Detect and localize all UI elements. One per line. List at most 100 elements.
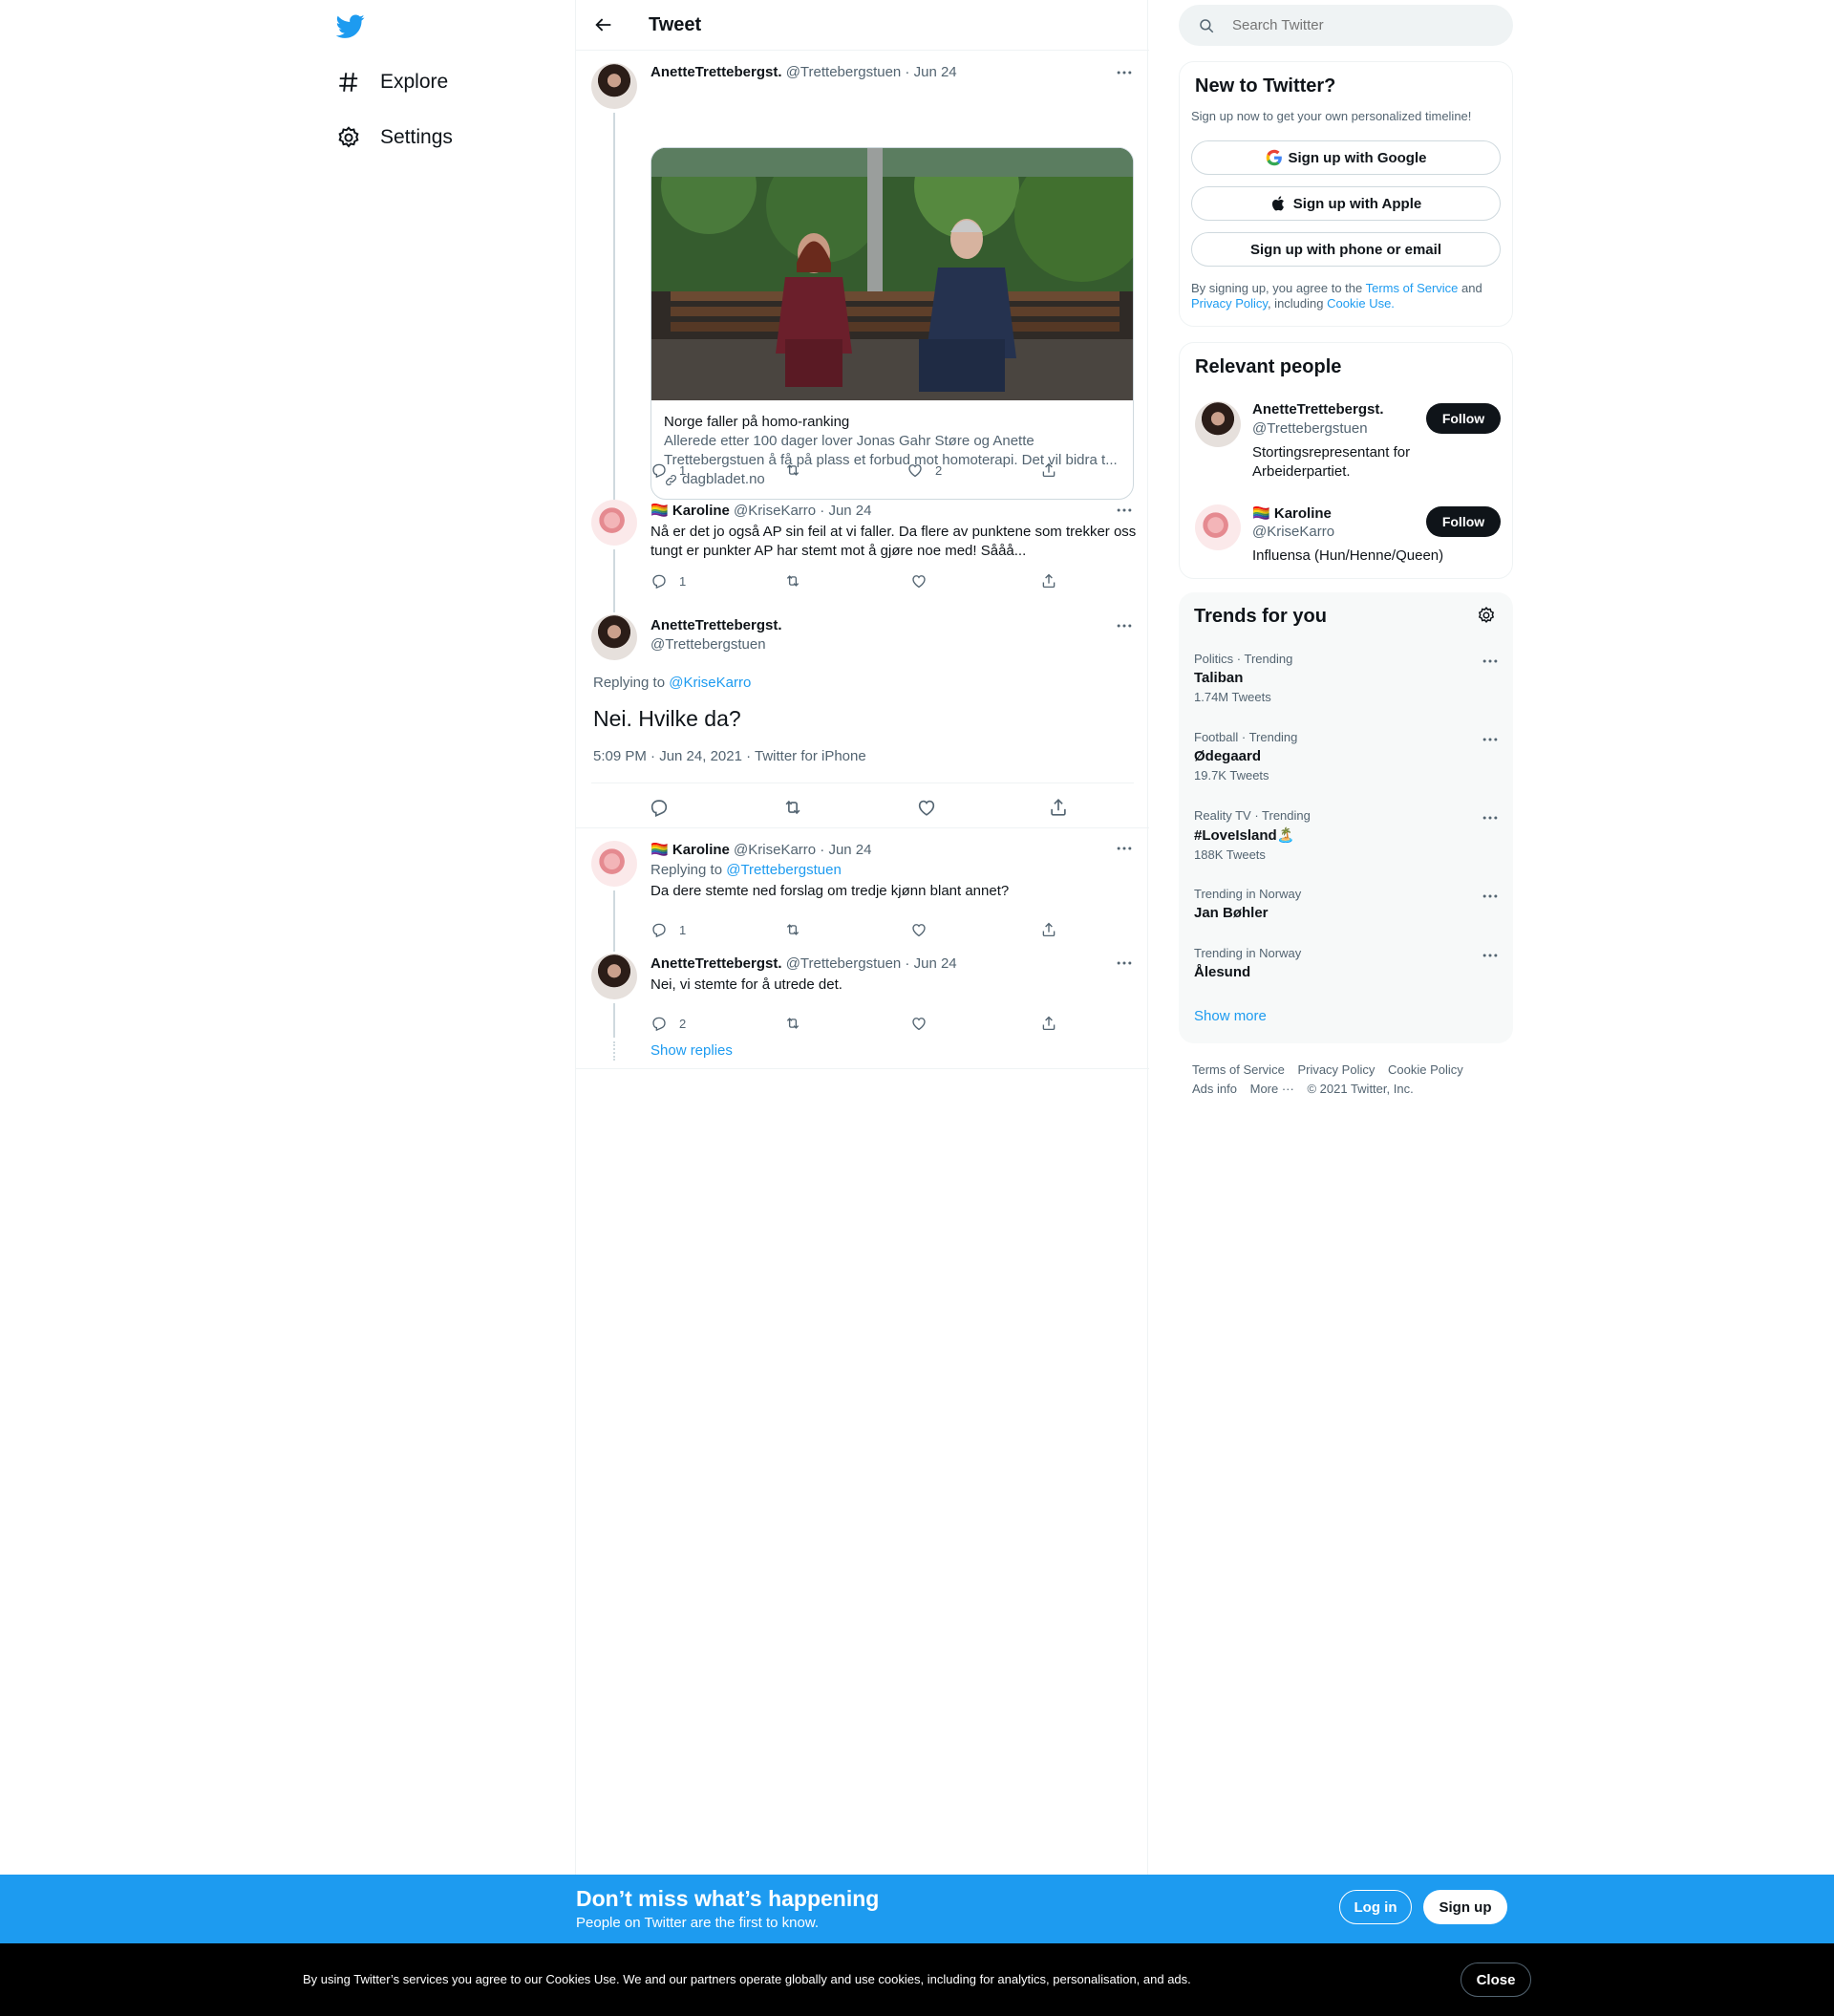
person-handle[interactable]: @KriseKarro [1252,524,1334,540]
person-card[interactable]: AnetteTrettebergst. @Trettebergstuen Sto… [1195,401,1501,487]
share-icon [1040,921,1069,938]
author-name[interactable]: Karoline [672,842,730,858]
tweet[interactable]: AnetteTrettebergst. @Trettebergstuen · J… [576,944,1149,1069]
trend-category: Trending in Norway [1194,887,1302,901]
retweet-icon [784,1015,813,1032]
footer-tos-link[interactable]: Terms of Service [1192,1062,1285,1077]
footer-privacy-link[interactable]: Privacy Policy [1297,1062,1375,1077]
twitter-logo-icon[interactable] [336,11,365,40]
person-card[interactable]: 🏳️‍🌈 Karoline @KriseKarro Influensa (Hun… [1195,504,1501,571]
search-input[interactable] [1232,17,1471,33]
more-options-icon[interactable] [1481,808,1500,827]
replying-to-link[interactable]: @KriseKarro [669,675,751,691]
tweet[interactable]: 🏳️‍🌈 Karoline @KriseKarro · Jun 24 Nå er… [576,486,1149,607]
footer-cookie-link[interactable]: Cookie Policy [1388,1062,1463,1077]
share-button[interactable] [1040,1015,1069,1032]
trend-name: Taliban [1194,670,1244,686]
more-options-icon[interactable] [1481,887,1500,906]
trend-item[interactable]: Football · Trending Ødegaard 19.7K Tweet… [1194,730,1500,783]
privacy-link[interactable]: Privacy Policy [1191,296,1268,311]
trend-category: Reality TV · Trending [1194,808,1311,823]
trend-item[interactable]: Trending in Norway Ålesund [1194,946,1500,980]
tweet[interactable]: AnetteTrettebergst. @Trettebergstuen · J… [576,52,1149,500]
cookie-close-button[interactable]: Close [1461,1962,1531,1997]
more-options-icon[interactable] [1115,616,1134,635]
retweet-button[interactable] [784,1015,813,1032]
tweet[interactable]: 🏳️‍🌈 Karoline @KriseKarro · Jun 24 Reply… [576,829,1149,944]
nav-explore[interactable]: Explore [336,63,448,101]
signup-title: New to Twitter? [1195,75,1336,97]
avatar[interactable] [1195,504,1241,550]
more-options-icon[interactable] [1481,730,1500,749]
more-options-icon[interactable] [1115,839,1134,858]
trend-item[interactable]: Trending in Norway Jan Bøhler [1194,887,1500,921]
show-more-link[interactable]: Show more [1194,1008,1267,1024]
share-button[interactable] [1040,572,1069,590]
more-options-icon[interactable] [1481,946,1500,965]
replying-to-link[interactable]: @Trettebergstuen [726,862,842,878]
signup-button[interactable]: Sign up [1423,1890,1507,1924]
more-options-icon[interactable] [1115,63,1134,82]
show-replies-link[interactable]: Show replies [650,1042,733,1059]
author-handle-date[interactable]: @KriseKarro · Jun 24 [734,842,871,858]
retweet-button[interactable] [784,921,813,938]
follow-button[interactable]: Follow [1426,506,1501,537]
trend-item[interactable]: Reality TV · Trending #LoveIsland🏝️ 188K… [1194,808,1500,862]
nav-settings[interactable]: Settings [336,118,453,157]
tweet-actions: 2 [650,1015,1052,1034]
rainbow-flag-icon: 🏳️‍🌈 [650,842,669,858]
author-handle-date[interactable]: @Trettebergstuen · Jun 24 [786,64,957,80]
like-button[interactable]: 2 [906,461,942,479]
back-arrow-icon[interactable] [576,14,649,35]
avatar[interactable] [591,63,637,109]
signup-apple-button[interactable]: Sign up with Apple [1191,186,1501,221]
author-handle-date[interactable]: @KriseKarro · Jun 24 [734,503,871,519]
author-name[interactable]: AnetteTrettebergst. [650,955,782,972]
search-box[interactable] [1179,5,1513,46]
like-button[interactable] [910,921,939,938]
signup-google-button[interactable]: Sign up with Google [1191,140,1501,175]
author-name[interactable]: AnetteTrettebergst. [650,617,782,633]
author-name[interactable]: AnetteTrettebergst. [650,64,782,80]
avatar[interactable] [591,954,637,999]
like-button[interactable] [910,572,939,590]
person-name[interactable]: 🏳️‍🌈 Karoline [1252,504,1332,522]
trend-item[interactable]: Politics · Trending Taliban 1.74M Tweets [1194,652,1500,704]
author-name[interactable]: Karoline [672,503,730,519]
author-handle[interactable]: @Trettebergstuen [650,636,766,653]
like-button[interactable] [910,1015,939,1032]
share-button[interactable] [1040,921,1069,938]
author-handle-date[interactable]: @Trettebergstuen · Jun 24 [786,955,957,972]
gear-icon[interactable] [1477,606,1496,625]
reply-button[interactable]: 1 [650,921,686,938]
avatar[interactable] [1195,401,1241,447]
more-options-icon[interactable] [1481,652,1500,671]
person-handle[interactable]: @Trettebergstuen [1252,420,1368,437]
link-card[interactable]: Norge faller på homo-ranking Allerede et… [650,147,1134,500]
retweet-button[interactable] [784,461,813,479]
cookie-use-link[interactable]: Cookie Use. [1327,296,1395,311]
card-photo [651,148,1133,400]
signup-phone-button[interactable]: Sign up with phone or email [1191,232,1501,267]
relevant-people-title: Relevant people [1195,356,1342,377]
avatar[interactable] [591,614,637,660]
person-name[interactable]: AnetteTrettebergst. [1252,401,1384,418]
login-button[interactable]: Log in [1339,1890,1412,1924]
terms-link[interactable]: Terms of Service [1366,281,1459,295]
retweet-button[interactable] [784,572,813,590]
more-options-icon[interactable] [1115,954,1134,973]
avatar[interactable] [591,841,637,887]
more-options-icon[interactable] [1115,501,1134,520]
tweet-actions: 1 2 [650,461,1052,481]
reply-button[interactable]: 1 [650,572,686,590]
footer-ads-link[interactable]: Ads info [1192,1082,1237,1096]
reply-button[interactable]: 2 [650,1015,686,1032]
footer-more-link[interactable]: More ··· [1250,1082,1294,1096]
trend-count: 188K Tweets [1194,847,1266,862]
share-button[interactable] [1040,461,1069,479]
reply-button[interactable]: 1 [650,461,686,479]
avatar[interactable] [591,500,637,546]
tweet-timestamp[interactable]: 5:09 PM · Jun 24, 2021 · Twitter for iPh… [593,748,866,764]
google-icon [1266,149,1289,166]
follow-button[interactable]: Follow [1426,403,1501,434]
